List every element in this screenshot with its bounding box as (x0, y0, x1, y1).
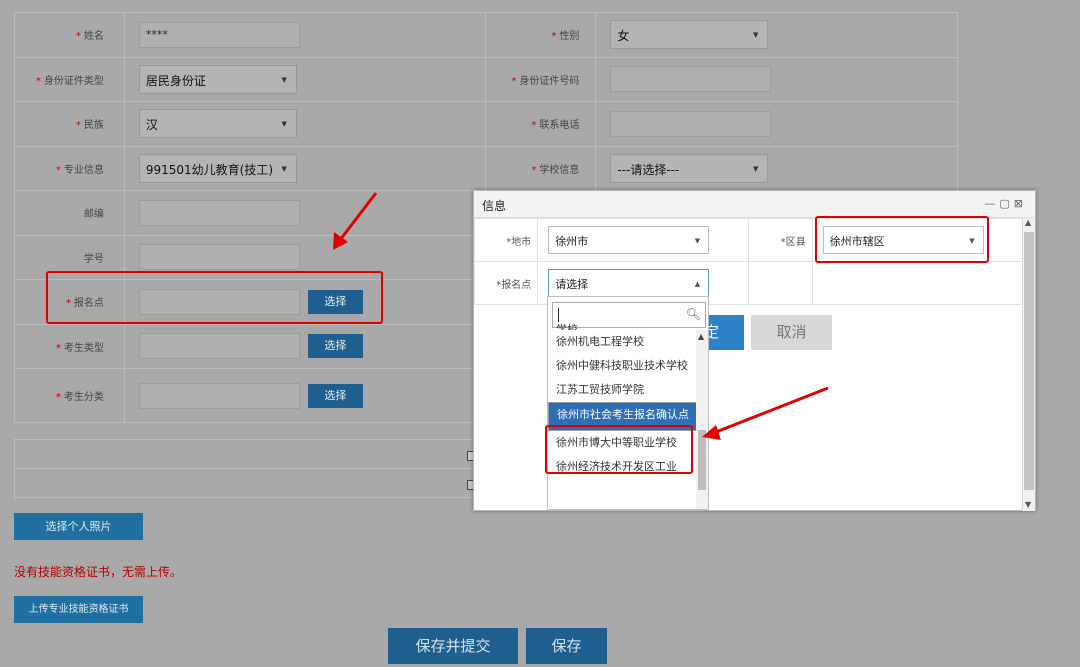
arrow-right-head (702, 425, 721, 440)
arrow-left (338, 192, 378, 241)
arrow-right (715, 386, 829, 434)
annotation-arrows (333, 192, 829, 440)
